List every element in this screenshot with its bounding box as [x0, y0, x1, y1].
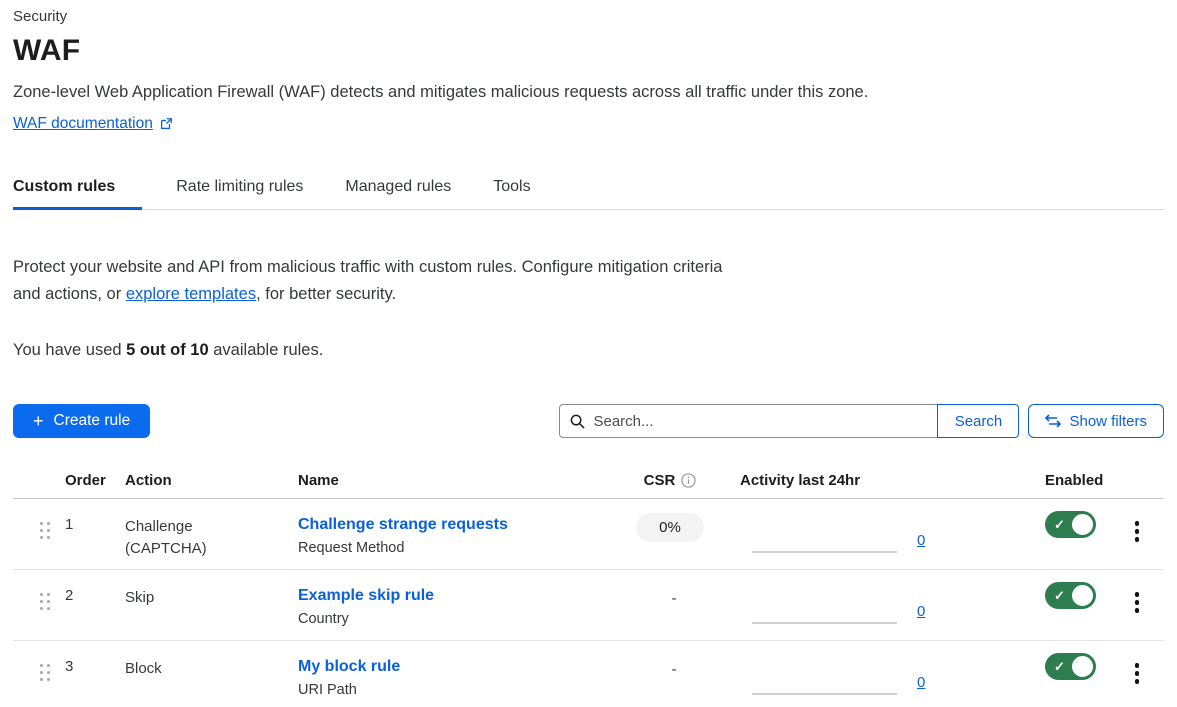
drag-handle[interactable]	[13, 570, 57, 610]
rule-menu-cell	[1110, 641, 1164, 686]
custom-rules-table: Order Action Name CSR Activity last 24hr…	[13, 466, 1164, 707]
rule-name-cell: Example skip rule Country	[290, 570, 620, 627]
kebab-menu-icon[interactable]	[1129, 590, 1146, 615]
rule-criteria: Request Method	[298, 540, 620, 556]
usage-suffix: available rules.	[209, 341, 324, 359]
check-icon: ✓	[1054, 517, 1065, 533]
kebab-menu-icon[interactable]	[1129, 519, 1146, 544]
tab-tools[interactable]: Tools	[472, 168, 551, 209]
breadcrumb-section: Security	[13, 8, 1164, 25]
rules-toolbar: + Create rule Search Show filters	[13, 404, 1164, 438]
header-activity: Activity last 24hr	[720, 472, 1031, 489]
rule-criteria: Country	[298, 611, 620, 627]
rule-menu-cell	[1110, 570, 1164, 615]
enabled-toggle[interactable]: ✓	[1045, 511, 1096, 538]
waf-tabs: Custom rules Rate limiting rules Managed…	[13, 168, 1164, 210]
page-description: Zone-level Web Application Firewall (WAF…	[13, 83, 1164, 102]
drag-handle-icon	[40, 664, 57, 681]
rule-name-cell: My block rule URI Path	[290, 641, 620, 698]
activity-sparkline	[752, 675, 897, 695]
rule-enabled-cell: ✓	[1031, 570, 1110, 609]
drag-handle[interactable]	[13, 499, 57, 539]
waf-page: Security WAF Zone-level Web Application …	[0, 0, 1177, 707]
usage-count: 5 out of 10	[126, 341, 209, 359]
rule-activity-cell: 0	[720, 499, 1031, 569]
toggle-knob	[1071, 584, 1094, 607]
rule-name-cell: Challenge strange requests Request Metho…	[290, 499, 620, 556]
activity-sparkline	[752, 533, 897, 553]
rule-enabled-cell: ✓	[1031, 641, 1110, 680]
rule-order: 1	[57, 499, 117, 533]
intro-text: Protect your website and API from malici…	[13, 254, 753, 308]
drag-handle-icon	[40, 522, 57, 539]
page-title: WAF	[13, 34, 1164, 68]
header-name: Name	[290, 472, 620, 489]
rule-name-link[interactable]: My block rule	[298, 658, 400, 675]
header-csr-label: CSR	[644, 472, 676, 489]
search-input[interactable]	[593, 413, 927, 430]
search-box	[559, 404, 937, 438]
header-action: Action	[117, 472, 290, 489]
rule-csr-cell: -	[620, 570, 720, 607]
external-link-icon	[159, 117, 173, 131]
info-icon[interactable]	[681, 473, 696, 488]
rule-menu-cell	[1110, 499, 1164, 544]
activity-count-link[interactable]: 0	[917, 676, 925, 690]
activity-count-link[interactable]: 0	[917, 534, 925, 548]
create-rule-label: Create rule	[54, 412, 131, 430]
enabled-toggle[interactable]: ✓	[1045, 582, 1096, 609]
show-filters-label: Show filters	[1069, 413, 1147, 430]
intro-after: , for better security.	[256, 285, 396, 303]
rule-name-link[interactable]: Challenge strange requests	[298, 516, 508, 533]
rule-csr-cell: 0%	[620, 499, 720, 542]
usage-prefix: You have used	[13, 341, 126, 359]
rule-action: Block	[117, 641, 290, 680]
plus-icon: +	[33, 412, 44, 430]
tab-managed-rules[interactable]: Managed rules	[324, 168, 472, 209]
rule-action-line1: Block	[125, 658, 290, 680]
table-row: 3 Block My block rule URI Path - 0 ✓	[13, 641, 1164, 707]
csr-badge: 0%	[636, 513, 704, 542]
enabled-toggle[interactable]: ✓	[1045, 653, 1096, 680]
tab-rate-limiting-rules[interactable]: Rate limiting rules	[155, 168, 324, 209]
activity-sparkline	[752, 604, 897, 624]
show-filters-button[interactable]: Show filters	[1028, 404, 1164, 438]
header-csr: CSR	[620, 472, 720, 489]
tab-custom-rules[interactable]: Custom rules	[13, 168, 155, 209]
rule-csr-cell: -	[620, 641, 720, 678]
usage-text: You have used 5 out of 10 available rule…	[13, 341, 1164, 360]
rule-order: 2	[57, 570, 117, 604]
header-order: Order	[57, 472, 117, 489]
toggle-knob	[1071, 655, 1094, 678]
create-rule-button[interactable]: + Create rule	[13, 404, 150, 438]
rule-action: Challenge (CAPTCHA)	[117, 499, 290, 560]
swap-arrows-icon	[1045, 414, 1061, 428]
search-icon	[570, 414, 585, 429]
rule-order: 3	[57, 641, 117, 675]
check-icon: ✓	[1054, 659, 1065, 675]
drag-handle-icon	[40, 593, 57, 610]
table-row: 1 Challenge (CAPTCHA) Challenge strange …	[13, 499, 1164, 570]
rule-enabled-cell: ✓	[1031, 499, 1110, 538]
header-enabled: Enabled	[1031, 472, 1110, 489]
rule-action-line1: Skip	[125, 587, 290, 609]
toggle-knob	[1071, 513, 1094, 536]
rule-criteria: URI Path	[298, 682, 620, 698]
explore-templates-link[interactable]: explore templates	[126, 285, 256, 303]
activity-count-link[interactable]: 0	[917, 605, 925, 619]
waf-documentation-link[interactable]: WAF documentation	[13, 115, 153, 133]
rule-activity-cell: 0	[720, 570, 1031, 640]
drag-handle[interactable]	[13, 641, 57, 681]
rule-action: Skip	[117, 570, 290, 609]
table-header: Order Action Name CSR Activity last 24hr…	[13, 466, 1164, 499]
search-button[interactable]: Search	[937, 404, 1019, 438]
rule-name-link[interactable]: Example skip rule	[298, 587, 434, 604]
table-row: 2 Skip Example skip rule Country - 0 ✓	[13, 570, 1164, 641]
rule-action-line1: Challenge	[125, 516, 290, 538]
rule-activity-cell: 0	[720, 641, 1031, 707]
rule-action-line2: (CAPTCHA)	[125, 538, 290, 560]
kebab-menu-icon[interactable]	[1129, 661, 1146, 686]
check-icon: ✓	[1054, 588, 1065, 604]
